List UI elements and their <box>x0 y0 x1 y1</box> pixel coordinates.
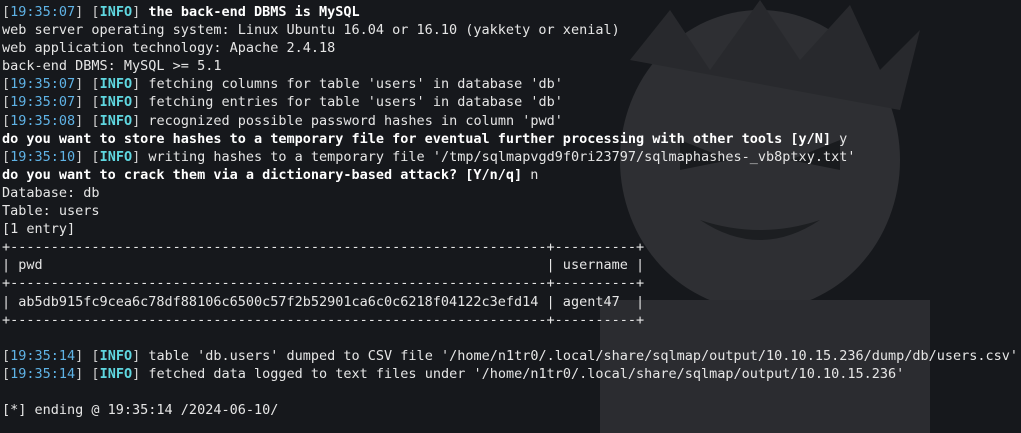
terminal-line: do you want to crack them via a dictiona… <box>2 166 1021 184</box>
terminal-line: [19:35:07] [INFO] fetching columns for t… <box>2 75 1021 93</box>
terminal-line: [1 entry] <box>2 220 1021 238</box>
log-level-badge: INFO <box>99 76 133 93</box>
terminal-line: +---------------------------------------… <box>2 311 1021 329</box>
log-level-badge: INFO <box>99 365 133 382</box>
bracket: ] <box>132 94 141 111</box>
bracket: ] <box>132 112 141 129</box>
bracket: ] [ <box>75 112 100 129</box>
terminal-line: Table: users <box>2 202 1021 220</box>
timestamp: 19:35:08 <box>10 112 76 129</box>
bracket: ] [ <box>75 94 100 111</box>
terminal-line: [*] ending @ 19:35:14 /2024-06-10/ <box>2 401 1021 419</box>
output-text: [1 entry] <box>2 221 76 238</box>
bracket: [ <box>2 365 11 382</box>
log-level-badge: INFO <box>99 148 133 165</box>
timestamp: 19:35:07 <box>10 4 76 20</box>
bracket: ] <box>132 347 141 364</box>
terminal-line: [19:35:07] [INFO] fetching entries for t… <box>2 93 1021 111</box>
timestamp: 19:35:14 <box>10 365 76 382</box>
terminal-line: web server operating system: Linux Ubunt… <box>2 21 1021 39</box>
timestamp: 19:35:10 <box>10 148 76 165</box>
output-text: +---------------------------------------… <box>2 311 645 328</box>
log-message: writing hashes to a temporary file '/tmp… <box>140 148 856 165</box>
log-message: fetching columns for table 'users' in da… <box>140 76 563 93</box>
bracket: ] <box>132 4 141 20</box>
bracket: ] [ <box>75 347 100 364</box>
prompt-question: do you want to store hashes to a tempora… <box>2 130 832 147</box>
timestamp: 19:35:14 <box>10 347 76 364</box>
terminal-line: | ab5db915fc9cea6c78df88106c6500c57f2b52… <box>2 293 1021 311</box>
output-text: Database: db <box>2 184 100 201</box>
bracket: [ <box>2 94 11 111</box>
output-text: +---------------------------------------… <box>2 239 645 256</box>
bracket: ] [ <box>75 148 100 165</box>
output-text: [*] ending @ 19:35:14 /2024-06-10/ <box>2 402 279 419</box>
output-text: web application technology: Apache 2.4.1… <box>2 40 336 57</box>
log-message: fetched data logged to text files under … <box>140 365 905 382</box>
output-text: back-end DBMS: MySQL >= 5.1 <box>2 58 222 75</box>
bracket: [ <box>2 76 11 93</box>
log-level-badge: INFO <box>99 94 133 111</box>
bracket: ] <box>132 76 141 93</box>
prompt-answer: n <box>522 166 539 183</box>
output-text: | ab5db915fc9cea6c78df88106c6500c57f2b52… <box>2 293 645 310</box>
bracket: ] <box>132 365 141 382</box>
terminal-line: Database: db <box>2 184 1021 202</box>
bracket: [ <box>2 112 11 129</box>
log-level-badge: INFO <box>99 4 133 20</box>
log-message: table 'db.users' dumped to CSV file '/ho… <box>140 347 1019 364</box>
terminal-line: +---------------------------------------… <box>2 274 1021 292</box>
bracket: ] <box>132 148 141 165</box>
log-level-badge: INFO <box>99 112 133 129</box>
timestamp: 19:35:07 <box>10 94 76 111</box>
bracket: ] [ <box>75 365 100 382</box>
timestamp: 19:35:07 <box>10 76 76 93</box>
log-message: recognized possible password hashes in c… <box>140 112 563 129</box>
output-text: web server operating system: Linux Ubunt… <box>2 22 620 39</box>
log-message: fetching entries for table 'users' in da… <box>140 94 563 111</box>
terminal-line: [19:35:14] [INFO] fetched data logged to… <box>2 365 1021 383</box>
terminal-line: back-end DBMS: MySQL >= 5.1 <box>2 57 1021 75</box>
terminal-line: | pwd | username | <box>2 256 1021 274</box>
terminal-line: [19:35:08] [INFO] recognized possible pa… <box>2 112 1021 130</box>
terminal-line: web application technology: Apache 2.4.1… <box>2 39 1021 57</box>
output-text: | pwd | username | <box>2 257 645 274</box>
log-level-badge: INFO <box>99 347 133 364</box>
terminal-line: do you want to store hashes to a tempora… <box>2 130 1021 148</box>
bracket: ] [ <box>75 4 100 20</box>
output-text: +---------------------------------------… <box>2 275 645 292</box>
prompt-question: do you want to crack them via a dictiona… <box>2 166 523 183</box>
bracket: [ <box>2 347 11 364</box>
terminal-line: [19:35:14] [INFO] table 'db.users' dumpe… <box>2 347 1021 365</box>
terminal-line: +---------------------------------------… <box>2 238 1021 256</box>
terminal-output: [19:35:07] [INFO] the back-end DBMS is M… <box>2 3 1021 433</box>
terminal-line: [19:35:10] [INFO] writing hashes to a te… <box>2 148 1021 166</box>
bracket: [ <box>2 148 11 165</box>
terminal-line: [19:35:07] [INFO] the back-end DBMS is M… <box>2 3 1021 21</box>
output-text: Table: users <box>2 203 100 220</box>
bracket: ] [ <box>75 76 100 93</box>
prompt-answer: y <box>831 130 848 147</box>
log-message: the back-end DBMS is MySQL <box>140 4 360 20</box>
bracket: [ <box>2 4 11 20</box>
